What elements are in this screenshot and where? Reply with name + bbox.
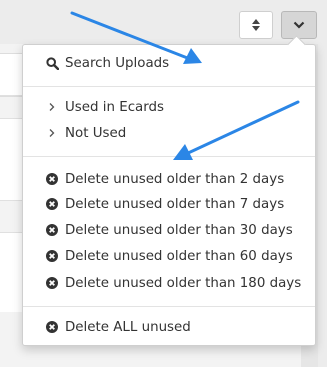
chevron-right-icon [45,102,59,112]
menu-item-delete-7-days[interactable]: Delete unused older than 7 days [23,193,315,215]
menu-item-label: Delete unused older than 180 days [65,275,302,291]
background-row [0,118,22,200]
menu-item-label: Delete unused older than 7 days [65,196,285,212]
menu-item-label: Delete ALL unused [65,319,191,335]
menu-item-delete-180-days[interactable]: Delete unused older than 180 days [23,272,315,294]
remove-circle-icon [45,198,59,210]
menu-item-search[interactable]: Search Uploads [23,52,315,74]
menu-item-label: Used in Ecards [65,99,165,115]
uploads-menu-button[interactable] [281,11,317,39]
menu-item-delete-30-days[interactable]: Delete unused older than 30 days [23,219,315,241]
menu-divider [23,156,315,157]
background-row [0,232,22,312]
menu-divider [23,306,315,307]
remove-circle-icon [45,321,59,333]
uploads-dropdown-menu: Search Uploads Used in Ecards Not Used D… [22,44,316,346]
chevron-down-icon [293,21,305,29]
remove-circle-icon [45,250,59,262]
menu-item-delete-all-unused[interactable]: Delete ALL unused [23,316,315,338]
menu-item-delete-2-days[interactable]: Delete unused older than 2 days [23,168,315,190]
sort-updown-icon [252,19,260,31]
chevron-right-icon [45,128,59,138]
sort-button[interactable] [239,11,273,39]
menu-item-used-in-ecards[interactable]: Used in Ecards [23,96,315,118]
background-row [0,53,22,97]
remove-circle-icon [45,224,59,236]
menu-item-label: Delete unused older than 60 days [65,248,293,264]
remove-circle-icon [45,173,59,185]
search-icon [45,56,59,70]
menu-item-label: Not Used [65,125,127,141]
menu-item-label: Delete unused older than 30 days [65,222,293,238]
menu-item-not-used[interactable]: Not Used [23,122,315,144]
remove-circle-icon [45,277,59,289]
menu-item-label: Delete unused older than 2 days [65,171,285,187]
menu-item-delete-60-days[interactable]: Delete unused older than 60 days [23,245,315,267]
menu-item-label: Search Uploads [65,55,170,71]
menu-divider [23,86,315,87]
